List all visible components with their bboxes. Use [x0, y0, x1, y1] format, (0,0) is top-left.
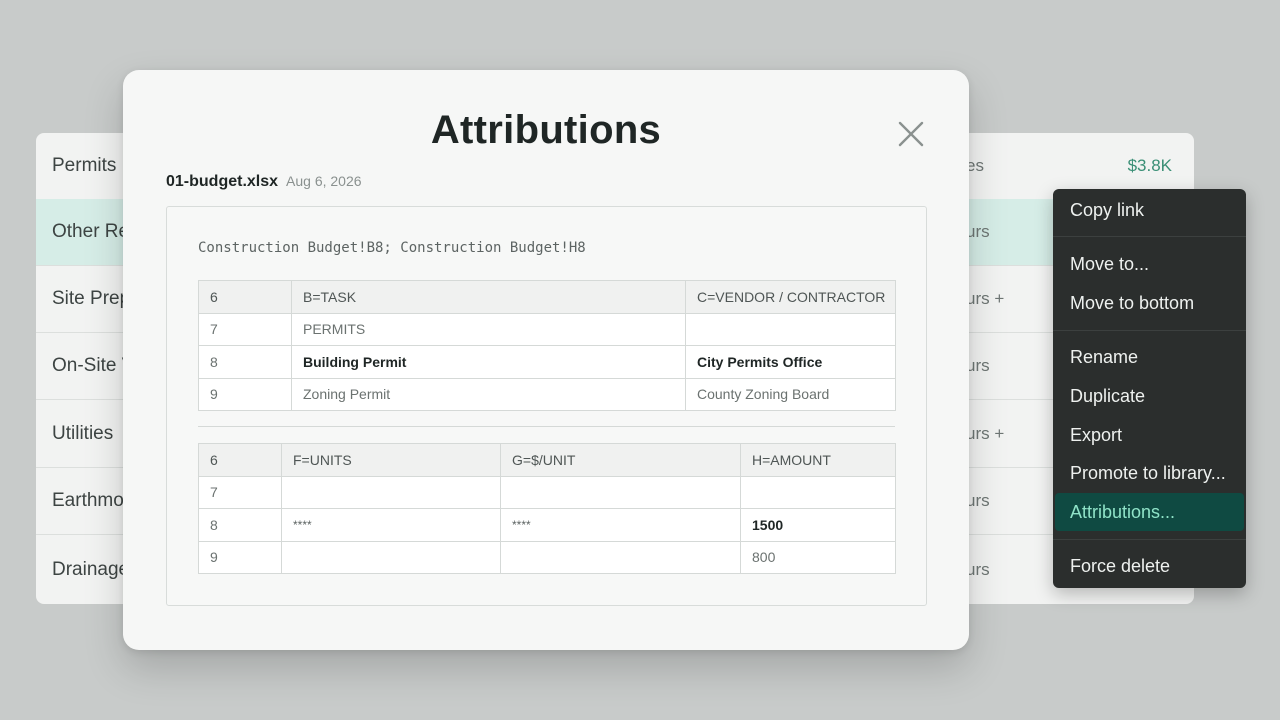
- table-row: 8 **** **** 1500: [198, 508, 896, 542]
- close-icon: [898, 121, 924, 147]
- table-cell: [281, 475, 501, 509]
- table-header-row: 6 B=TASK C=VENDOR / CONTRACTOR: [198, 280, 896, 314]
- table-row: 7: [198, 475, 896, 509]
- table-cell: [500, 475, 741, 509]
- cell-references: Construction Budget!B8; Construction Bud…: [198, 240, 586, 256]
- table-cell: 8: [198, 345, 292, 379]
- menu-item-rename[interactable]: Rename: [1055, 338, 1244, 376]
- table-cell: 8: [198, 508, 282, 542]
- table-header-row: 6 F=UNITS G=$/UNIT H=AMOUNT: [198, 443, 896, 477]
- table-row: 7 PERMITS: [198, 312, 896, 346]
- header-cell: F=UNITS: [281, 443, 501, 477]
- row-label: Site Prep: [52, 288, 131, 309]
- menu-item-force-delete[interactable]: Force delete: [1055, 547, 1244, 585]
- header-cell: G=$/UNIT: [500, 443, 741, 477]
- table-cell-highlighted: Building Permit: [291, 345, 686, 379]
- row-label: Earthmo: [52, 490, 124, 511]
- header-cell: 6: [198, 443, 282, 477]
- attributions-modal: Attributions 01-budget.xlsx Aug 6, 2026 C…: [123, 70, 969, 650]
- row-right-label: urs +: [966, 289, 1005, 308]
- row-right-label: urs: [966, 356, 990, 375]
- row-label: Drainage: [52, 558, 130, 580]
- table-cell-masked: ****: [500, 508, 741, 542]
- file-name: 01-budget.xlsx: [166, 173, 279, 190]
- table-row: 9 Zoning Permit County Zoning Board: [198, 377, 896, 411]
- table-cell: [685, 312, 896, 346]
- sheet-preview: Construction Budget!B8; Construction Bud…: [166, 206, 927, 606]
- table-cell: County Zoning Board: [685, 377, 896, 411]
- menu-item-copy-link[interactable]: Copy link: [1055, 191, 1244, 229]
- table-cell-masked: ****: [281, 508, 501, 542]
- table-cell: 7: [198, 475, 282, 509]
- amount-table: 6 F=UNITS G=$/UNIT H=AMOUNT 7 8 **** ***…: [198, 443, 896, 574]
- row-amount: $3.8K: [1127, 156, 1172, 175]
- menu-item-export[interactable]: Export: [1055, 416, 1244, 454]
- menu-separator: [1053, 330, 1246, 331]
- table-cell: 7: [198, 312, 292, 346]
- header-cell: H=AMOUNT: [740, 443, 896, 477]
- table-cell: [740, 475, 896, 509]
- menu-item-promote-to-library[interactable]: Promote to library...: [1055, 454, 1244, 492]
- header-cell: B=TASK: [291, 280, 686, 314]
- file-info: 01-budget.xlsx Aug 6, 2026: [166, 173, 362, 191]
- table-row: 9 800: [198, 540, 896, 574]
- table-cell: 9: [198, 540, 282, 574]
- table-cell: [281, 540, 501, 574]
- table-cell-highlighted: City Permits Office: [685, 345, 896, 379]
- table-cell: [500, 540, 741, 574]
- row-right-label: urs: [966, 491, 990, 510]
- menu-item-move-to[interactable]: Move to...: [1055, 245, 1244, 283]
- row-label: Permits: [52, 155, 117, 176]
- table-cell-highlighted: 1500: [740, 508, 896, 542]
- file-date: Aug 6, 2026: [286, 173, 362, 189]
- table-cell: 800: [740, 540, 896, 574]
- row-label: Utilities: [52, 423, 114, 444]
- table-divider: [198, 426, 895, 427]
- menu-item-duplicate[interactable]: Duplicate: [1055, 377, 1244, 415]
- menu-item-move-to-bottom[interactable]: Move to bottom: [1055, 284, 1244, 322]
- menu-item-attributions[interactable]: Attributions...: [1055, 493, 1244, 531]
- table-cell: 9: [198, 377, 292, 411]
- table-row: 8 Building Permit City Permits Office: [198, 345, 896, 379]
- context-menu: Copy link Move to... Move to bottom Rena…: [1053, 189, 1246, 588]
- row-right-label: urs: [966, 559, 990, 579]
- close-button[interactable]: [895, 118, 927, 150]
- header-cell: C=VENDOR / CONTRACTOR: [685, 280, 896, 314]
- task-table: 6 B=TASK C=VENDOR / CONTRACTOR 7 PERMITS…: [198, 280, 896, 411]
- header-cell: 6: [198, 280, 292, 314]
- row-label: Other Re: [52, 221, 130, 242]
- menu-separator: [1053, 539, 1246, 540]
- row-right-label: urs: [966, 222, 990, 241]
- row-right-label: urs +: [966, 424, 1005, 443]
- table-cell: PERMITS: [291, 312, 686, 346]
- table-cell: Zoning Permit: [291, 377, 686, 411]
- menu-separator: [1053, 236, 1246, 237]
- modal-title: Attributions: [430, 108, 662, 152]
